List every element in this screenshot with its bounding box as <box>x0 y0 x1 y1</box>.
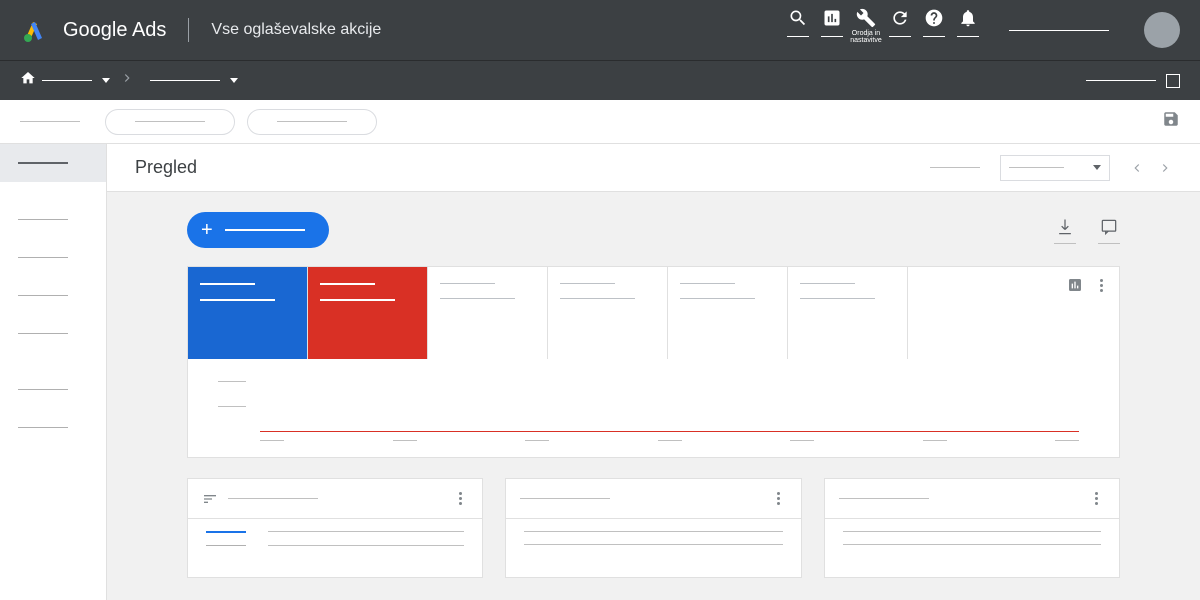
metric-1[interactable] <box>188 267 308 359</box>
header-text <box>930 167 980 168</box>
plus-icon: + <box>201 219 213 242</box>
account-info[interactable] <box>1009 30 1109 31</box>
scope-label: Vse oglaševalske akcije <box>211 21 381 39</box>
card-2-menu[interactable] <box>771 492 787 505</box>
filter-pill-1[interactable] <box>105 109 235 135</box>
breadcrumb-1[interactable] <box>42 78 110 83</box>
prev-icon[interactable] <box>1130 161 1144 175</box>
tools-button[interactable]: Orodja in nastavitve <box>850 8 882 44</box>
home-icon[interactable] <box>20 70 36 91</box>
breadcrumb-bar <box>0 60 1200 100</box>
metric-4[interactable] <box>548 267 668 359</box>
expand-chart-icon[interactable] <box>1067 277 1083 293</box>
page-title: Pregled <box>135 157 197 178</box>
sidebar <box>0 144 107 600</box>
reports-button[interactable] <box>816 8 848 37</box>
metric-5[interactable] <box>668 267 788 359</box>
breadcrumb-2[interactable] <box>150 78 238 83</box>
sidebar-item-2[interactable] <box>0 200 106 238</box>
summary-card-2 <box>505 478 801 578</box>
brand-name: Google Ads <box>63 19 166 42</box>
top-bar: Google Ads Vse oglaševalske akcije Orodj… <box>0 0 1200 60</box>
sort-icon <box>202 491 218 507</box>
card-menu-icon[interactable] <box>1093 277 1109 293</box>
filter-bar <box>0 100 1200 144</box>
sidebar-item-3[interactable] <box>0 238 106 276</box>
card-2-title <box>520 498 610 499</box>
card-1-menu[interactable] <box>452 492 468 505</box>
divider <box>188 18 189 42</box>
action-row: + <box>187 212 1120 248</box>
filter-label <box>20 121 80 122</box>
pager <box>1130 161 1172 175</box>
sidebar-item-6[interactable] <box>0 370 106 408</box>
card-3-title <box>839 498 929 499</box>
feedback-button[interactable] <box>1098 217 1120 244</box>
help-button[interactable] <box>918 8 950 37</box>
notifications-button[interactable] <box>952 8 984 37</box>
breadcrumb-right-text <box>1086 80 1156 81</box>
google-ads-logo <box>20 16 48 44</box>
metric-6[interactable] <box>788 267 908 359</box>
page-header: Pregled <box>107 144 1200 192</box>
tools-label: Orodja in nastavitve <box>850 30 882 44</box>
metrics-card <box>187 266 1120 458</box>
sidebar-item-5[interactable] <box>0 314 106 352</box>
card-3-menu[interactable] <box>1089 492 1105 505</box>
next-icon[interactable] <box>1158 161 1172 175</box>
breadcrumb-box-icon[interactable] <box>1166 74 1180 88</box>
summary-card-3 <box>824 478 1120 578</box>
avatar[interactable] <box>1144 12 1180 48</box>
save-filter-icon[interactable] <box>1162 110 1180 133</box>
summary-card-1 <box>187 478 483 578</box>
sidebar-item-overview[interactable] <box>0 144 106 182</box>
summary-cards-row <box>187 478 1120 578</box>
chart-area <box>188 359 1119 457</box>
chevron-right-icon <box>120 71 134 90</box>
metric-2[interactable] <box>308 267 428 359</box>
filter-pill-2[interactable] <box>247 109 377 135</box>
metric-3[interactable] <box>428 267 548 359</box>
sidebar-item-7[interactable] <box>0 408 106 446</box>
refresh-button[interactable] <box>884 8 916 37</box>
new-campaign-button[interactable]: + <box>187 212 329 248</box>
date-range-select[interactable] <box>1000 155 1110 181</box>
top-icon-group: Orodja in nastavitve <box>782 8 984 52</box>
card-1-title <box>228 498 318 499</box>
sidebar-item-4[interactable] <box>0 276 106 314</box>
download-button[interactable] <box>1054 217 1076 244</box>
search-button[interactable] <box>782 8 814 37</box>
